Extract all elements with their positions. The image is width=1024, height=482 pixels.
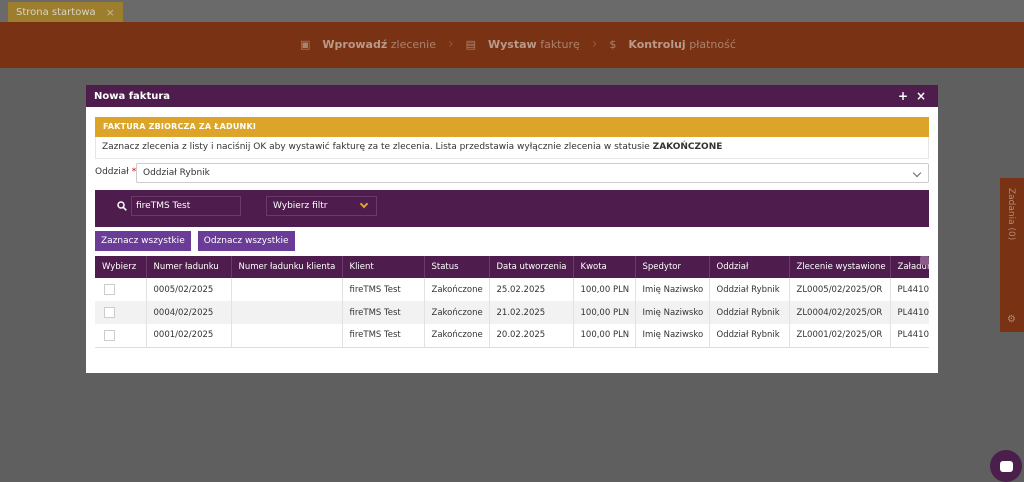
table-row[interactable]: 0005/02/2025 fireTMS Test Zakończone 25.… bbox=[95, 278, 929, 301]
cell-loading: PL4410 bbox=[890, 324, 929, 348]
cell-created-date: 20.02.2025 bbox=[489, 324, 574, 348]
cell-load-number: 0005/02/2025 bbox=[146, 278, 232, 301]
cell-created-date: 21.02.2025 bbox=[489, 301, 574, 324]
cell-client-load-number bbox=[231, 324, 343, 348]
close-icon[interactable]: × bbox=[106, 6, 115, 19]
chevron-down-icon bbox=[359, 199, 369, 209]
chat-icon bbox=[999, 460, 1013, 472]
orders-table: Wybierz Numer ładunku Numer ładunku klie… bbox=[95, 256, 929, 348]
filter-select-value: Wybierz filtr bbox=[273, 201, 328, 211]
col-header-branch[interactable]: Oddział bbox=[709, 256, 790, 278]
row-checkbox-cell bbox=[95, 301, 147, 324]
col-header-client-load-number[interactable]: Numer ładunku klienta bbox=[231, 256, 343, 278]
orders-table-wrap[interactable]: Wybierz Numer ładunku Numer ładunku klie… bbox=[95, 256, 929, 348]
cell-loading: PL4410 bbox=[890, 278, 929, 301]
tasks-side-tab[interactable]: Zadania (0) ⚙ bbox=[1000, 178, 1024, 332]
col-header-order-issued[interactable]: Zlecenie wystawione bbox=[789, 256, 891, 278]
branch-row: Oddział * Oddział Rybnik bbox=[95, 163, 929, 185]
chevron-right-icon: › bbox=[447, 36, 454, 52]
row-checkbox[interactable] bbox=[104, 329, 115, 341]
tab-home[interactable]: Strona startowa × bbox=[8, 2, 123, 22]
tasks-side-tab-label: Zadania (0) bbox=[1006, 188, 1016, 241]
cell-client: fireTMS Test bbox=[342, 278, 425, 301]
modal-header: Nowa faktura + × bbox=[86, 85, 938, 107]
cell-status: Zakończone bbox=[424, 278, 490, 301]
selection-buttons: Zaznacz wszystkie Odznacz wszystkie bbox=[95, 231, 929, 251]
cell-order-issued: ZL0005/02/2025/OR bbox=[789, 278, 891, 301]
chat-button[interactable] bbox=[990, 450, 1022, 482]
table-row[interactable]: 0004/02/2025 fireTMS Test Zakończone 21.… bbox=[95, 301, 929, 324]
col-header-client[interactable]: Klient bbox=[342, 256, 425, 278]
cell-branch: Oddział Rybnik bbox=[709, 324, 790, 348]
branch-select[interactable]: Oddział Rybnik bbox=[136, 163, 929, 183]
step-2[interactable]: Wystaw fakturę bbox=[488, 38, 580, 51]
filter-bar: Wybierz filtr bbox=[95, 190, 929, 227]
cell-forwarder: Imię Naziwsko bbox=[635, 278, 710, 301]
cell-status: Zakończone bbox=[424, 324, 490, 348]
cell-forwarder: Imię Naziwsko bbox=[635, 324, 710, 348]
modal-body: FAKTURA ZBIORCZA ZA ŁADUNKI Zaznacz zlec… bbox=[95, 117, 929, 348]
col-header-created-date[interactable]: Data utworzenia bbox=[489, 256, 574, 278]
cell-branch: Oddział Rybnik bbox=[709, 301, 790, 324]
row-checkbox[interactable] bbox=[104, 307, 115, 318]
filter-select[interactable]: Wybierz filtr bbox=[266, 196, 377, 216]
cell-amount: 100,00 PLN bbox=[573, 278, 636, 301]
status-highlight: ZAKOŃCZONE bbox=[652, 142, 723, 152]
col-header-select[interactable]: Wybierz bbox=[95, 256, 147, 278]
maximize-icon[interactable]: + bbox=[894, 89, 912, 103]
cell-branch: Oddział Rybnik bbox=[709, 278, 790, 301]
modal-title: Nowa faktura bbox=[94, 90, 171, 102]
cell-client: fireTMS Test bbox=[342, 324, 425, 348]
close-icon[interactable]: × bbox=[912, 89, 930, 103]
col-header-amount[interactable]: Kwota bbox=[573, 256, 636, 278]
cell-client: fireTMS Test bbox=[342, 301, 425, 324]
box-icon: ▣ bbox=[300, 37, 311, 51]
step-3[interactable]: Kontroluj płatność bbox=[628, 38, 736, 51]
cell-load-number: 0001/02/2025 bbox=[146, 324, 232, 348]
cell-status: Zakończone bbox=[424, 301, 490, 324]
select-all-button[interactable]: Zaznacz wszystkie bbox=[95, 231, 191, 251]
gear-icon[interactable]: ⚙ bbox=[1007, 314, 1016, 325]
info-text: Zaznacz zlecenia z listy i naciśnij OK a… bbox=[95, 137, 929, 159]
cell-client-load-number bbox=[231, 301, 343, 324]
cell-client-load-number bbox=[231, 278, 343, 301]
chevron-right-icon: › bbox=[591, 36, 598, 52]
cell-order-issued: ZL0001/02/2025/OR bbox=[789, 324, 891, 348]
col-header-forwarder[interactable]: Spedytor bbox=[635, 256, 710, 278]
new-invoice-modal: Nowa faktura + × FAKTURA ZBIORCZA ZA ŁAD… bbox=[86, 85, 938, 373]
cell-order-issued: ZL0004/02/2025/OR bbox=[789, 301, 891, 324]
column-settings-icon[interactable] bbox=[920, 256, 929, 265]
row-checkbox[interactable] bbox=[104, 284, 115, 295]
process-steps: ▣ Wprowadź zlecenie › ▤ Wystaw fakturę ›… bbox=[300, 36, 736, 52]
deselect-all-button[interactable]: Odznacz wszystkie bbox=[197, 231, 295, 251]
branch-label: Oddział * bbox=[95, 167, 137, 177]
col-header-load-number[interactable]: Numer ładunku bbox=[146, 256, 232, 278]
top-tab-bar: Strona startowa × bbox=[0, 0, 1024, 22]
row-checkbox-cell bbox=[95, 324, 147, 348]
cell-amount: 100,00 PLN bbox=[573, 301, 636, 324]
cell-forwarder: Imię Naziwsko bbox=[635, 301, 710, 324]
cell-created-date: 25.02.2025 bbox=[489, 278, 574, 301]
calendar-icon: ▤ bbox=[465, 37, 476, 51]
section-banner: FAKTURA ZBIORCZA ZA ŁADUNKI bbox=[95, 117, 929, 137]
cell-loading: PL4410 bbox=[890, 301, 929, 324]
step-1[interactable]: Wprowadź zlecenie bbox=[322, 38, 436, 51]
search-input[interactable] bbox=[131, 196, 241, 216]
table-header-row: Wybierz Numer ładunku Numer ładunku klie… bbox=[95, 256, 929, 278]
dollar-icon: $ bbox=[609, 37, 617, 51]
row-checkbox-cell bbox=[95, 278, 147, 301]
branch-select-value: Oddział Rybnik bbox=[143, 168, 210, 178]
cell-amount: 100,00 PLN bbox=[573, 324, 636, 348]
cell-load-number: 0004/02/2025 bbox=[146, 301, 232, 324]
tab-home-label: Strona startowa bbox=[16, 6, 96, 18]
chevron-down-icon bbox=[912, 168, 922, 178]
col-header-status[interactable]: Status bbox=[424, 256, 490, 278]
search-icon bbox=[117, 201, 127, 211]
table-row[interactable]: 0001/02/2025 fireTMS Test Zakończone 20.… bbox=[95, 324, 929, 348]
